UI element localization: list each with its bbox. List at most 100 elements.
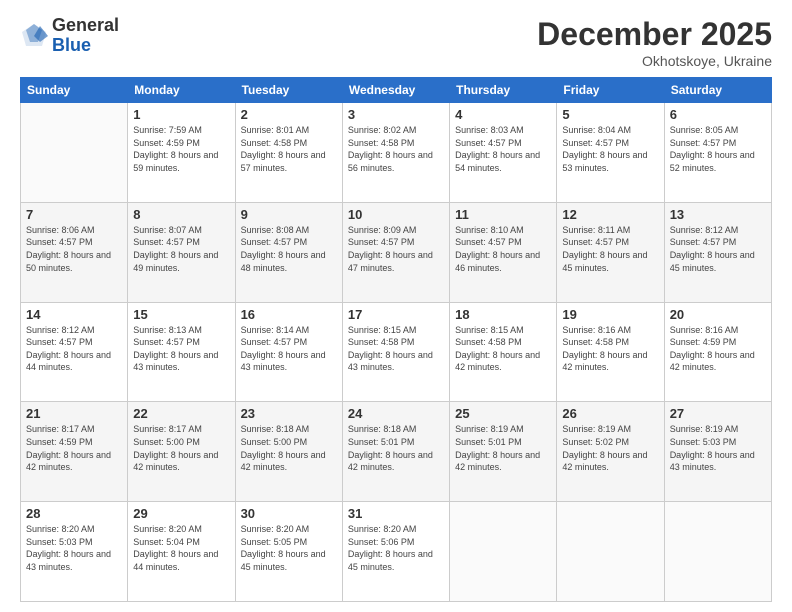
week-row-2: 7Sunrise: 8:06 AMSunset: 4:57 PMDaylight…: [21, 202, 772, 302]
location: Okhotskoye, Ukraine: [537, 53, 772, 69]
day-number: 28: [26, 506, 122, 521]
day-info: Sunrise: 8:17 AMSunset: 5:00 PMDaylight:…: [133, 423, 229, 473]
day-info: Sunrise: 7:59 AMSunset: 4:59 PMDaylight:…: [133, 124, 229, 174]
week-row-5: 28 Sunrise: 8:20 AMSunset: 5:03 PMDayligh…: [21, 502, 772, 602]
day-number: 7: [26, 207, 122, 222]
day-number: 27: [670, 406, 766, 421]
day-info: Sunrise: 8:19 AMSunset: 5:01 PMDaylight:…: [455, 423, 551, 473]
calendar-cell: 21Sunrise: 8:17 AMSunset: 4:59 PMDayligh…: [21, 402, 128, 502]
header-day-monday: Monday: [128, 78, 235, 103]
logo: General Blue: [20, 16, 119, 56]
calendar-cell: 5 Sunrise: 8:04 AMSunset: 4:57 PMDaylight…: [557, 103, 664, 203]
day-info: Sunrise: 8:13 AMSunset: 4:57 PMDaylight:…: [133, 324, 229, 374]
day-number: 23: [241, 406, 337, 421]
day-info: Sunrise: 8:03 AMSunset: 4:57 PMDaylight:…: [455, 124, 551, 174]
calendar-cell: 2 Sunrise: 8:01 AMSunset: 4:58 PMDaylight…: [235, 103, 342, 203]
header: General Blue December 2025 Okhotskoye, U…: [20, 16, 772, 69]
logo-general: General: [52, 16, 119, 36]
day-number: 10: [348, 207, 444, 222]
day-info: Sunrise: 8:20 AMSunset: 5:05 PMDaylight:…: [241, 523, 337, 573]
calendar-cell: 24 Sunrise: 8:18 AMSunset: 5:01 PMDayligh…: [342, 402, 449, 502]
day-info: Sunrise: 8:02 AMSunset: 4:58 PMDaylight:…: [348, 124, 444, 174]
calendar-cell: 16 Sunrise: 8:14 AMSunset: 4:57 PMDayligh…: [235, 302, 342, 402]
calendar-cell: 26Sunrise: 8:19 AMSunset: 5:02 PMDayligh…: [557, 402, 664, 502]
calendar-cell: 15Sunrise: 8:13 AMSunset: 4:57 PMDayligh…: [128, 302, 235, 402]
calendar-table: SundayMondayTuesdayWednesdayThursdayFrid…: [20, 77, 772, 602]
day-number: 19: [562, 307, 658, 322]
calendar-cell: 8Sunrise: 8:07 AMSunset: 4:57 PMDaylight…: [128, 202, 235, 302]
day-info: Sunrise: 8:16 AMSunset: 4:58 PMDaylight:…: [562, 324, 658, 374]
day-info: Sunrise: 8:18 AMSunset: 5:00 PMDaylight:…: [241, 423, 337, 473]
calendar-cell: 14Sunrise: 8:12 AMSunset: 4:57 PMDayligh…: [21, 302, 128, 402]
day-info: Sunrise: 8:16 AMSunset: 4:59 PMDaylight:…: [670, 324, 766, 374]
day-info: Sunrise: 8:14 AMSunset: 4:57 PMDaylight:…: [241, 324, 337, 374]
calendar-cell: 22 Sunrise: 8:17 AMSunset: 5:00 PMDayligh…: [128, 402, 235, 502]
day-info: Sunrise: 8:10 AMSunset: 4:57 PMDaylight:…: [455, 224, 551, 274]
day-info: Sunrise: 8:15 AMSunset: 4:58 PMDaylight:…: [348, 324, 444, 374]
day-number: 1: [133, 107, 229, 122]
title-block: December 2025 Okhotskoye, Ukraine: [537, 16, 772, 69]
calendar-cell: 4 Sunrise: 8:03 AMSunset: 4:57 PMDaylight…: [450, 103, 557, 203]
calendar-cell: 30Sunrise: 8:20 AMSunset: 5:05 PMDayligh…: [235, 502, 342, 602]
day-info: Sunrise: 8:19 AMSunset: 5:03 PMDaylight:…: [670, 423, 766, 473]
calendar-cell: 28 Sunrise: 8:20 AMSunset: 5:03 PMDayligh…: [21, 502, 128, 602]
logo-text: General Blue: [52, 16, 119, 56]
calendar-cell: 1 Sunrise: 7:59 AMSunset: 4:59 PMDaylight…: [128, 103, 235, 203]
header-day-friday: Friday: [557, 78, 664, 103]
day-number: 13: [670, 207, 766, 222]
day-number: 14: [26, 307, 122, 322]
day-info: Sunrise: 8:01 AMSunset: 4:58 PMDaylight:…: [241, 124, 337, 174]
day-number: 8: [133, 207, 229, 222]
calendar-cell: 3 Sunrise: 8:02 AMSunset: 4:58 PMDaylight…: [342, 103, 449, 203]
calendar-cell: 29Sunrise: 8:20 AMSunset: 5:04 PMDayligh…: [128, 502, 235, 602]
calendar-cell: 18 Sunrise: 8:15 AMSunset: 4:58 PMDayligh…: [450, 302, 557, 402]
header-day-saturday: Saturday: [664, 78, 771, 103]
day-number: 26: [562, 406, 658, 421]
day-number: 6: [670, 107, 766, 122]
day-info: Sunrise: 8:17 AMSunset: 4:59 PMDaylight:…: [26, 423, 122, 473]
month-title: December 2025: [537, 16, 772, 53]
day-number: 18: [455, 307, 551, 322]
day-number: 4: [455, 107, 551, 122]
day-number: 12: [562, 207, 658, 222]
header-day-sunday: Sunday: [21, 78, 128, 103]
week-row-4: 21Sunrise: 8:17 AMSunset: 4:59 PMDayligh…: [21, 402, 772, 502]
day-number: 25: [455, 406, 551, 421]
calendar-cell: 9 Sunrise: 8:08 AMSunset: 4:57 PMDaylight…: [235, 202, 342, 302]
day-info: Sunrise: 8:08 AMSunset: 4:57 PMDaylight:…: [241, 224, 337, 274]
day-number: 3: [348, 107, 444, 122]
calendar-cell: 19 Sunrise: 8:16 AMSunset: 4:58 PMDayligh…: [557, 302, 664, 402]
calendar-cell: 11Sunrise: 8:10 AMSunset: 4:57 PMDayligh…: [450, 202, 557, 302]
day-number: 24: [348, 406, 444, 421]
calendar-cell: 20Sunrise: 8:16 AMSunset: 4:59 PMDayligh…: [664, 302, 771, 402]
day-number: 31: [348, 506, 444, 521]
header-day-tuesday: Tuesday: [235, 78, 342, 103]
calendar-cell: 6 Sunrise: 8:05 AMSunset: 4:57 PMDaylight…: [664, 103, 771, 203]
day-info: Sunrise: 8:05 AMSunset: 4:57 PMDaylight:…: [670, 124, 766, 174]
calendar-cell: 7Sunrise: 8:06 AMSunset: 4:57 PMDaylight…: [21, 202, 128, 302]
day-number: 16: [241, 307, 337, 322]
week-row-1: 1 Sunrise: 7:59 AMSunset: 4:59 PMDaylight…: [21, 103, 772, 203]
day-info: Sunrise: 8:09 AMSunset: 4:57 PMDaylight:…: [348, 224, 444, 274]
calendar-body: 1 Sunrise: 7:59 AMSunset: 4:59 PMDaylight…: [21, 103, 772, 602]
header-day-thursday: Thursday: [450, 78, 557, 103]
calendar-header: SundayMondayTuesdayWednesdayThursdayFrid…: [21, 78, 772, 103]
day-number: 2: [241, 107, 337, 122]
calendar-cell: [21, 103, 128, 203]
calendar-cell: [450, 502, 557, 602]
day-info: Sunrise: 8:12 AMSunset: 4:57 PMDaylight:…: [670, 224, 766, 274]
day-info: Sunrise: 8:04 AMSunset: 4:57 PMDaylight:…: [562, 124, 658, 174]
day-number: 9: [241, 207, 337, 222]
calendar-cell: 13 Sunrise: 8:12 AMSunset: 4:57 PMDayligh…: [664, 202, 771, 302]
day-number: 29: [133, 506, 229, 521]
day-number: 5: [562, 107, 658, 122]
day-number: 22: [133, 406, 229, 421]
logo-blue: Blue: [52, 36, 119, 56]
calendar-cell: [664, 502, 771, 602]
calendar-cell: [557, 502, 664, 602]
day-info: Sunrise: 8:15 AMSunset: 4:58 PMDaylight:…: [455, 324, 551, 374]
logo-icon: [20, 22, 48, 50]
day-info: Sunrise: 8:18 AMSunset: 5:01 PMDaylight:…: [348, 423, 444, 473]
day-info: Sunrise: 8:11 AMSunset: 4:57 PMDaylight:…: [562, 224, 658, 274]
day-info: Sunrise: 8:20 AMSunset: 5:03 PMDaylight:…: [26, 523, 122, 573]
